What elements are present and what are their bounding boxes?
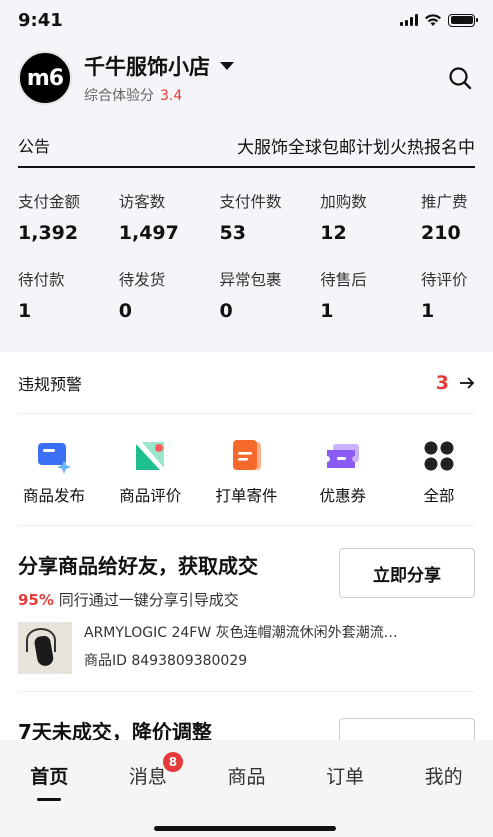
cellular-signal-icon (400, 14, 418, 26)
search-icon (449, 67, 472, 90)
stat-pay-amount[interactable]: 支付金额 1,392 (18, 190, 119, 244)
stat-label: 推广费 (421, 193, 468, 211)
stat-label: 异常包裹 (219, 271, 282, 289)
tool-coupon[interactable]: 优惠券 (307, 438, 379, 525)
bottom-tab-bar: 首页 消息 8 商品 订单 我的 (0, 740, 493, 837)
stat-label: 待发货 (118, 271, 166, 289)
stat-label: 待售后 (320, 271, 367, 289)
violation-right: 3 (436, 372, 475, 394)
stat-label: 支付件数 (219, 193, 282, 211)
share-card: 分享商品给好友，获取成交 95% 同行通过一键分享引导成交 立即分享 ARMYL… (18, 526, 475, 692)
tool-label: 全部 (423, 487, 455, 505)
shop-info: 千牛服饰小店 综合体验分 3.4 (84, 51, 445, 105)
status-time: 9:41 (18, 9, 63, 31)
stat-label: 支付金额 (18, 193, 81, 211)
tab-messages[interactable]: 消息 8 (113, 752, 183, 789)
stat-abnormal-package[interactable]: 异常包裹 0 (220, 268, 321, 322)
wifi-icon (425, 14, 441, 26)
stat-label: 访客数 (118, 193, 166, 211)
notice-label: 公告 (18, 137, 51, 156)
stat-value: 1,497 (118, 222, 179, 244)
stat-value: 12 (320, 222, 347, 244)
search-button[interactable] (445, 63, 475, 93)
stat-visitors[interactable]: 访客数 1,497 (119, 190, 220, 244)
product-id: 商品ID 8493809380029 (84, 653, 248, 669)
tool-label: 打单寄件 (215, 487, 278, 505)
tool-label: 优惠券 (319, 487, 366, 505)
notice-text[interactable]: 大服饰全球包邮计划火热报名中 (237, 133, 475, 158)
product-item[interactable]: ARMYLOGIC 24FW 灰色连帽潮流休闲外套潮流… 商品ID 849380… (18, 622, 475, 674)
stat-label: 加购数 (320, 193, 367, 211)
shop-logo-text: m6 (26, 65, 64, 91)
message-badge: 8 (162, 752, 183, 772)
main-content: 违规预警 3 商品发布 商品评价 打单寄件 优惠券 全部 分享商品给好友，获取成… (0, 352, 493, 768)
product-title: ARMYLOGIC 24FW 灰色连帽潮流休闲外套潮流… (84, 625, 398, 641)
stat-value: 210 (421, 222, 461, 244)
system-icons (400, 13, 478, 27)
shop-header: m6 千牛服饰小店 综合体验分 3.4 (0, 40, 493, 108)
home-indicator[interactable] (154, 826, 336, 831)
product-publish-icon (36, 438, 72, 474)
shop-avatar[interactable]: m6 (18, 51, 72, 105)
stat-value: 1,392 (18, 222, 79, 244)
caret-down-icon[interactable] (220, 62, 234, 70)
tool-label: 商品发布 (22, 487, 85, 505)
status-bar: 9:41 (0, 0, 493, 40)
violation-count: 3 (435, 371, 449, 394)
grid-all-icon (421, 438, 457, 474)
shop-switcher[interactable]: 千牛服饰小店 (84, 51, 445, 81)
quick-tools: 商品发布 商品评价 打单寄件 优惠券 全部 (18, 414, 475, 526)
score-value: 3.4 (160, 88, 183, 104)
score-label: 综合体验分 (84, 88, 154, 104)
stat-label: 待付款 (18, 271, 65, 289)
tab-home[interactable]: 首页 (14, 762, 84, 801)
experience-score[interactable]: 综合体验分 3.4 (84, 85, 445, 105)
stat-pending-payment[interactable]: 待付款 1 (18, 268, 119, 322)
stats-row-orders: 待付款 1 待发货 0 异常包裹 0 待售后 1 待评价 1 (18, 268, 475, 322)
tab-orders[interactable]: 订单 (310, 762, 380, 789)
violation-warning-row[interactable]: 违规预警 3 (18, 352, 475, 414)
battery-icon (448, 13, 478, 27)
share-percent: 95% (18, 591, 54, 609)
shop-name: 千牛服饰小店 (84, 55, 210, 79)
stat-pay-items[interactable]: 支付件数 53 (220, 190, 321, 244)
print-ship-icon (229, 438, 265, 474)
tab-list: 首页 消息 8 商品 订单 我的 (0, 740, 493, 801)
notice-bar[interactable]: 公告 大服饰全球包邮计划火热报名中 (18, 124, 475, 168)
coupon-icon (325, 438, 361, 474)
tab-mine[interactable]: 我的 (409, 762, 479, 789)
tool-product-publish[interactable]: 商品发布 (18, 438, 90, 525)
stat-add-cart[interactable]: 加购数 12 (320, 190, 421, 244)
stats-panel: 支付金额 1,392 访客数 1,497 支付件数 53 加购数 12 推广费 210 待… (0, 190, 493, 322)
product-thumbnail (18, 622, 72, 674)
stat-value: 1 (421, 300, 435, 322)
tool-label: 商品评价 (119, 487, 182, 505)
product-meta: ARMYLOGIC 24FW 灰色连帽潮流休闲外套潮流… 商品ID 849380… (84, 622, 454, 674)
stat-value: 0 (219, 300, 233, 322)
stat-label: 待评价 (421, 271, 468, 289)
product-review-icon (132, 438, 168, 474)
stat-pending-review[interactable]: 待评价 1 (421, 268, 475, 322)
violation-label: 违规预警 (18, 374, 83, 394)
stat-value: 0 (118, 300, 132, 322)
header-area: 9:41 m6 千牛服饰小店 综合体验分 3.4 公告 大服饰全球包邮计划火热报… (0, 0, 493, 352)
stat-value: 1 (18, 300, 32, 322)
share-subtitle-text: 同行通过一键分享引导成交 (58, 591, 239, 609)
tool-print-ship[interactable]: 打单寄件 (211, 438, 283, 525)
stat-promo-fee[interactable]: 推广费 210 (421, 190, 475, 244)
tab-messages-label: 消息 (128, 766, 167, 788)
tab-products[interactable]: 商品 (211, 762, 281, 789)
stat-value: 53 (219, 222, 246, 244)
arrow-right-icon (460, 376, 475, 389)
stat-pending-ship[interactable]: 待发货 0 (119, 268, 220, 322)
stat-after-sales[interactable]: 待售后 1 (320, 268, 421, 322)
tool-product-review[interactable]: 商品评价 (114, 438, 186, 525)
share-now-button[interactable]: 立即分享 (339, 548, 475, 598)
stat-value: 1 (320, 300, 334, 322)
price-adjust-card: 7天未成交，降价调整 (18, 692, 475, 768)
tool-all[interactable]: 全部 (403, 438, 475, 525)
stats-row-sales: 支付金额 1,392 访客数 1,497 支付件数 53 加购数 12 推广费 210 (18, 190, 475, 244)
